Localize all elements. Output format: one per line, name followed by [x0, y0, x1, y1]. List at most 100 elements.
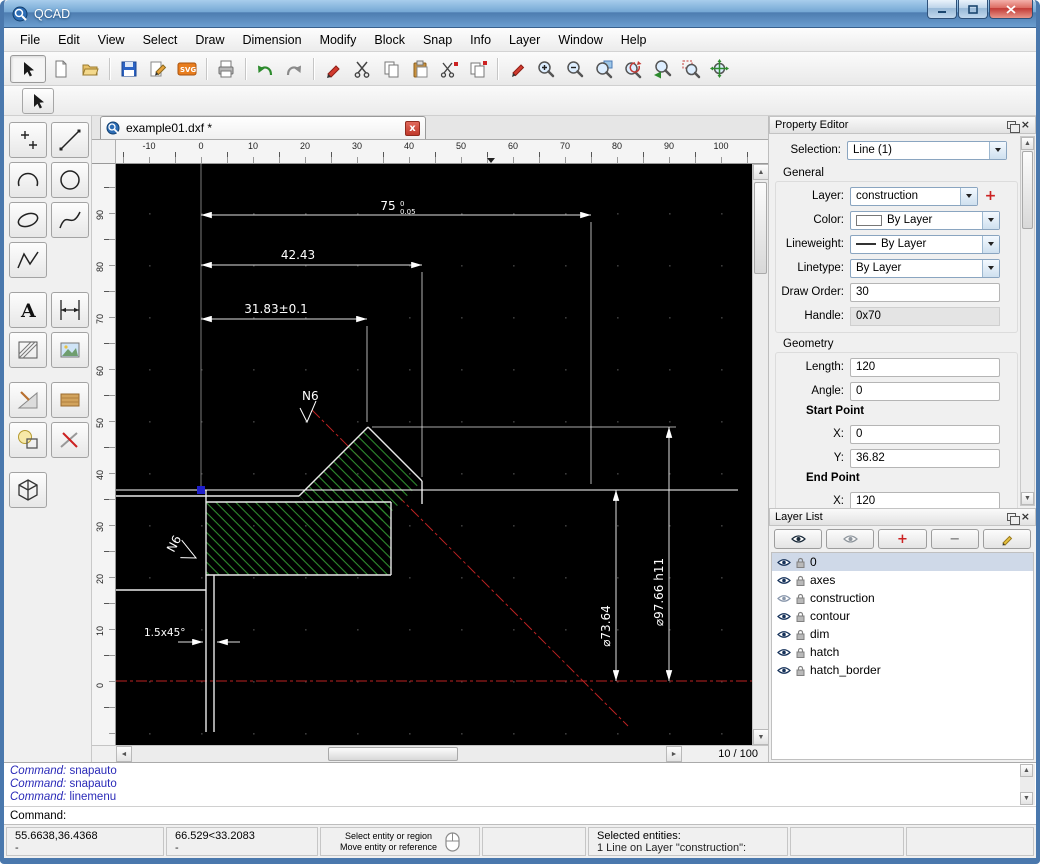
print-button[interactable] [212, 55, 240, 83]
edit-drawing-button[interactable] [144, 55, 172, 83]
box-3d-tool-button[interactable] [9, 472, 47, 508]
menu-draw[interactable]: Draw [187, 30, 232, 50]
scroll-left-icon[interactable]: ◄ [116, 746, 132, 762]
hatch-tool-button[interactable] [9, 332, 47, 368]
hide-all-layers-button[interactable] [826, 529, 874, 549]
remove-layer-button[interactable]: − [931, 529, 979, 549]
zoom-previous-button[interactable] [648, 55, 676, 83]
lineweight-combo[interactable]: By Layer [850, 235, 1000, 254]
lines-tool-button[interactable] [51, 122, 89, 158]
layer-combo[interactable]: construction [850, 187, 978, 206]
menu-help[interactable]: Help [613, 30, 655, 50]
delete-button[interactable] [319, 55, 347, 83]
layer-row[interactable]: dim [772, 625, 1033, 643]
close-button[interactable] [989, 0, 1033, 19]
svg-export-button[interactable]: SVG [173, 55, 201, 83]
shape-tool-button[interactable] [9, 422, 47, 458]
layer-visible-icon[interactable] [777, 612, 791, 621]
polylines-tool-button[interactable] [9, 242, 47, 278]
paste-button[interactable] [406, 55, 434, 83]
layer-row[interactable]: axes [772, 571, 1033, 589]
menu-info[interactable]: Info [462, 30, 499, 50]
measure-tool-button[interactable] [9, 382, 47, 418]
layer-row[interactable]: contour [772, 607, 1033, 625]
add-layer-button[interactable]: + [878, 529, 926, 549]
layer-visible-icon[interactable] [777, 630, 791, 639]
zoom-in-button[interactable] [532, 55, 560, 83]
maximize-button[interactable] [958, 0, 988, 19]
color-combo[interactable]: By Layer [850, 211, 1000, 230]
layer-visible-icon[interactable] [777, 576, 791, 585]
command-input[interactable] [71, 810, 1030, 822]
layer-lock-icon[interactable] [796, 665, 805, 676]
scroll-down-icon[interactable]: ▼ [1020, 792, 1033, 805]
start-y-input[interactable]: 36.82 [850, 449, 1000, 468]
console-scrollbar[interactable]: ▲ ▼ [1020, 764, 1035, 805]
cut-with-reference-button[interactable] [435, 55, 463, 83]
layer-row[interactable]: construction [772, 589, 1033, 607]
menu-file[interactable]: File [12, 30, 48, 50]
start-x-input[interactable]: 0 [850, 425, 1000, 444]
menu-modify[interactable]: Modify [312, 30, 365, 50]
ellipses-tool-button[interactable] [9, 202, 47, 238]
layer-lock-icon[interactable] [796, 611, 805, 622]
menu-edit[interactable]: Edit [50, 30, 88, 50]
length-input[interactable]: 120 [850, 358, 1000, 377]
layer-visible-icon[interactable] [777, 558, 791, 567]
layer-lock-icon[interactable] [796, 575, 805, 586]
selection-handle[interactable] [197, 486, 205, 494]
close-panel-icon[interactable]: × [1021, 120, 1030, 130]
menu-window[interactable]: Window [550, 30, 610, 50]
linetype-combo[interactable]: By Layer [850, 259, 1000, 278]
property-editor-scrollbar[interactable]: ▲ ▼ [1020, 136, 1035, 506]
layer-visible-icon[interactable] [777, 648, 791, 657]
menu-view[interactable]: View [90, 30, 133, 50]
scroll-down-icon[interactable]: ▼ [753, 729, 769, 745]
scroll-up-icon[interactable]: ▲ [1020, 764, 1033, 777]
menu-layer[interactable]: Layer [501, 30, 548, 50]
undo-button[interactable] [251, 55, 279, 83]
float-panel-icon[interactable] [1007, 121, 1016, 129]
edit-entity-button[interactable] [503, 55, 531, 83]
draw-order-input[interactable]: 30 [850, 283, 1000, 302]
zoom-window-button[interactable] [677, 55, 705, 83]
cut-button[interactable] [348, 55, 376, 83]
menu-select[interactable]: Select [135, 30, 186, 50]
new-file-button[interactable] [47, 55, 75, 83]
selection-combo[interactable]: Line (1) [847, 141, 1007, 160]
zoom-pan-button[interactable] [706, 55, 734, 83]
layer-row[interactable]: hatch_border [772, 661, 1033, 679]
points-tool-button[interactable] [9, 122, 47, 158]
splines-tool-button[interactable] [51, 202, 89, 238]
minimize-button[interactable] [927, 0, 957, 19]
layer-lock-icon[interactable] [796, 557, 805, 568]
menu-block[interactable]: Block [366, 30, 413, 50]
layer-list-titlebar[interactable]: Layer List × [769, 508, 1036, 526]
layer-visible-icon[interactable] [777, 666, 791, 675]
end-x-input[interactable]: 120 [850, 492, 1000, 509]
zoom-out-button[interactable] [561, 55, 589, 83]
circles-tool-button[interactable] [51, 162, 89, 198]
layer-row[interactable]: hatch [772, 643, 1033, 661]
property-editor-titlebar[interactable]: Property Editor × [769, 116, 1036, 134]
pe-scroll-thumb[interactable] [1022, 151, 1033, 229]
divide-tool-button[interactable] [51, 422, 89, 458]
selection-tool-button[interactable] [10, 55, 46, 83]
command-history[interactable]: Command: snapauto Command: snapauto Comm… [4, 762, 1036, 806]
current-tool-button[interactable] [22, 88, 54, 114]
image-tool-button[interactable] [51, 332, 89, 368]
edit-layer-button[interactable] [983, 529, 1031, 549]
drawing-canvas[interactable]: 75 0 0.05 42.43 31.83±0.1 1.5x45° ⌀73.64… [116, 164, 752, 745]
open-file-button[interactable] [76, 55, 104, 83]
add-layer-button[interactable]: + [982, 188, 999, 205]
angle-input[interactable]: 0 [850, 382, 1000, 401]
auto-zoom-button[interactable] [590, 55, 618, 83]
horizontal-scrollbar[interactable]: ◄ ► [116, 746, 682, 762]
scroll-right-icon[interactable]: ► [666, 746, 682, 762]
scroll-up-icon[interactable]: ▲ [1021, 137, 1034, 150]
save-button[interactable] [115, 55, 143, 83]
arcs-tool-button[interactable] [9, 162, 47, 198]
scroll-down-icon[interactable]: ▼ [1021, 492, 1034, 505]
layer-row[interactable]: 0 [772, 553, 1033, 571]
menu-dimension[interactable]: Dimension [235, 30, 310, 50]
